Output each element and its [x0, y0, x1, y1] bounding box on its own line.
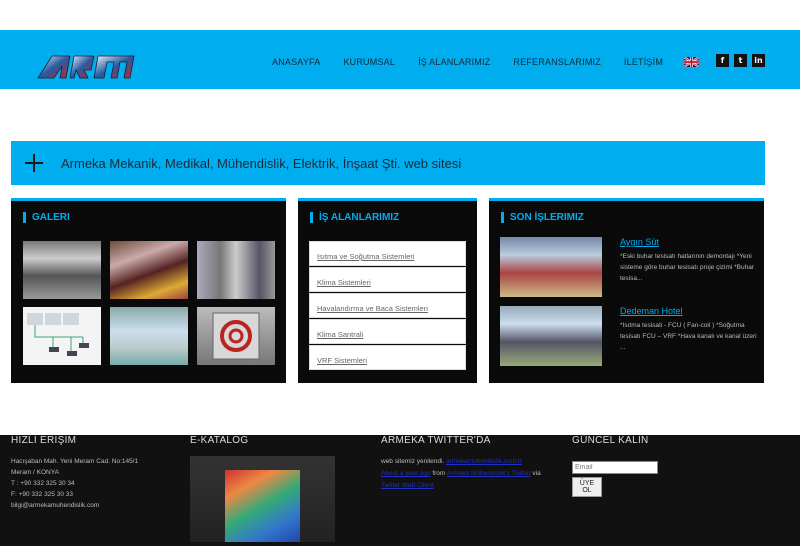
is-alanlarimiz-title: İŞ ALANLARIMIZ	[310, 212, 399, 223]
nav-is-alanlarimiz[interactable]: İŞ ALANLARIMIZ	[418, 57, 490, 67]
galeri-panel: GALERI	[11, 198, 286, 383]
fax-line: F: +90 332 325 30 33	[11, 491, 73, 498]
gallery-thumbnail[interactable]	[23, 307, 101, 365]
gallery-thumbnail[interactable]	[110, 241, 188, 299]
job-item: Aygın Süt *Eski buhar tesisatı hatlarını…	[500, 237, 755, 297]
social-links: f t in	[716, 54, 765, 67]
job-image[interactable]	[500, 306, 602, 366]
footer-heading: HIZLI ERIŞIM	[11, 435, 77, 446]
job-description: *Isıtma tesisati - FCU ( Fan-coil ) *Soğ…	[620, 322, 757, 351]
linkedin-icon[interactable]: in	[752, 54, 765, 67]
footer-e-katalog: E-KATALOG	[190, 435, 340, 542]
footer-heading: GÜNCEL KALIN	[572, 435, 649, 446]
service-item[interactable]: VRF Sistemleri	[309, 345, 466, 370]
newsletter-email-input[interactable]	[572, 461, 658, 474]
site-header: ANASAYFA KURUMSAL İŞ ALANLARIMIZ REFERAN…	[0, 30, 800, 89]
tweet-meta: About a year ago from Armeka Mühendislik…	[381, 468, 556, 480]
gallery-thumbnail[interactable]	[197, 241, 275, 299]
site-footer: HIZLI ERIŞIM Hacışaban Mah. Yeni Meram C…	[0, 435, 800, 546]
address-line: Hacışaban Mah. Yeni Meram Cad. No:145/1	[11, 458, 139, 465]
tweet-text: web sitemiz yenilendi. armekamuhendislik…	[381, 456, 556, 468]
tweet-body: web sitemiz yenilendi.	[381, 458, 447, 465]
job-item: Dedeman Hotel *Isıtma tesisati - FCU ( F…	[500, 306, 757, 366]
tweet-link[interactable]: armekamuhendislik.com.tr	[446, 458, 522, 465]
tweet-account-link[interactable]: Armeka Mühendislik's Twitter	[447, 470, 531, 477]
catalog-book-cover	[225, 470, 300, 542]
gallery-thumbnail[interactable]	[197, 307, 275, 365]
is-alanlarimiz-panel: İŞ ALANLARIMIZ Isıtma ve Soğutma Sisteml…	[298, 198, 477, 383]
son-islerimiz-title: SON İŞLERIMIZ	[501, 212, 584, 223]
service-item[interactable]: Havalandırma ve Baca Sistemleri	[309, 293, 466, 318]
footer-twitter: ARMEKA TWITTER'DA web sitemiz yenilendi.…	[381, 435, 556, 492]
tweet-meta-text: from	[430, 470, 447, 477]
gallery-thumbnail[interactable]	[23, 241, 101, 299]
hvac-diagram-icon	[27, 313, 89, 356]
tweet-time-link[interactable]: About a year ago	[381, 470, 431, 477]
catalog-image[interactable]	[190, 456, 335, 542]
job-description: *Eski buhar tesisatı hatlarının demontaj…	[620, 253, 755, 282]
job-image[interactable]	[500, 237, 602, 297]
tweet-client-link[interactable]: Twitter Web Client	[381, 482, 434, 489]
tweet-client: Twitter Web Client	[381, 480, 556, 492]
nav-kurumsal[interactable]: KURUMSAL	[343, 57, 395, 67]
address-line: Meram / KONYA	[11, 469, 59, 476]
service-item[interactable]: Isıtma ve Soğutma Sistemleri	[309, 241, 466, 266]
main-nav: ANASAYFA KURUMSAL İŞ ALANLARIMIZ REFERAN…	[272, 57, 700, 67]
nav-referanslarimiz[interactable]: REFERANSLARIMIZ	[513, 57, 601, 67]
service-list: Isıtma ve Soğutma Sistemleri Klima Siste…	[309, 241, 466, 371]
son-islerimiz-panel: SON İŞLERIMIZ Aygın Süt *Eski buhar tesi…	[489, 198, 764, 383]
armeka-logo[interactable]	[36, 52, 136, 82]
service-item[interactable]: Klima Santrali	[309, 319, 466, 344]
job-title[interactable]: Dedeman Hotel	[620, 306, 683, 316]
phone-line: T : +90 332 325 30 34	[11, 480, 75, 487]
fire-hose-icon	[212, 312, 260, 360]
footer-heading: E-KATALOG	[190, 435, 249, 446]
email-line: bilgi@armekamuhendislik.com	[11, 502, 100, 509]
footer-guncel-kalin: GÜNCEL KALIN ÜYE OL	[572, 435, 692, 497]
gallery-thumbnail[interactable]	[110, 307, 188, 365]
galeri-title: GALERI	[23, 212, 70, 223]
job-title[interactable]: Aygın Süt	[620, 237, 659, 247]
footer-hizli-erisim: HIZLI ERIŞIM Hacışaban Mah. Yeni Meram C…	[11, 435, 161, 511]
facebook-icon[interactable]: f	[716, 54, 729, 67]
top-gap	[0, 0, 800, 30]
tweet-meta-text: via	[530, 470, 541, 477]
plus-icon[interactable]	[25, 154, 43, 172]
nav-iletisim[interactable]: İLETİŞİM	[624, 57, 663, 67]
service-item[interactable]: Klima Sistemleri	[309, 267, 466, 292]
welcome-banner: Armeka Mekanik, Medikal, Mühendislik, El…	[11, 141, 765, 185]
uk-flag-icon[interactable]	[684, 57, 700, 67]
twitter-icon[interactable]: t	[734, 54, 747, 67]
gallery-grid	[23, 241, 275, 365]
nav-anasayfa[interactable]: ANASAYFA	[272, 57, 320, 67]
footer-heading: ARMEKA TWITTER'DA	[381, 435, 491, 446]
banner-text: Armeka Mekanik, Medikal, Mühendislik, El…	[61, 155, 462, 171]
subscribe-button[interactable]: ÜYE OL	[572, 477, 602, 497]
